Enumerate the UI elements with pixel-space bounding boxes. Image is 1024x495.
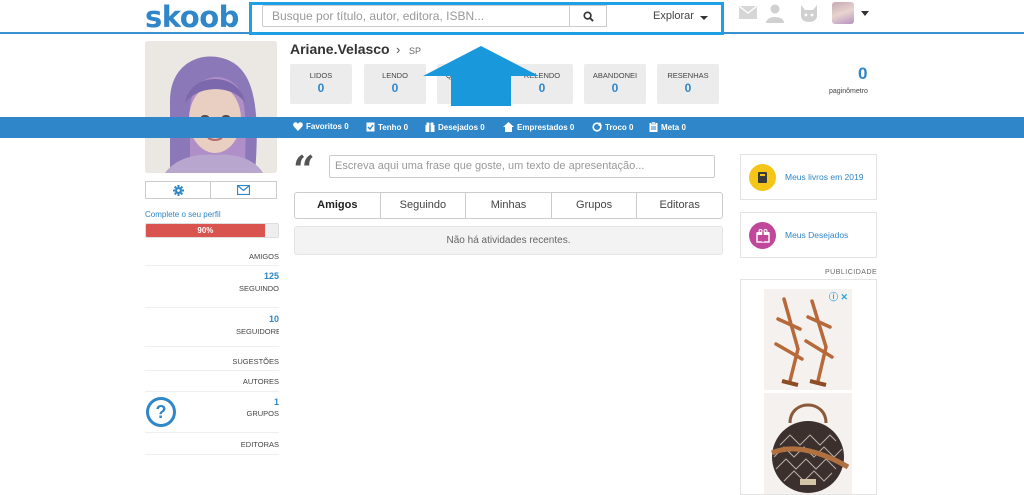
swap-icon [592,122,602,132]
shelf-label: Troco 0 [605,122,634,132]
stat-resenhas[interactable]: RESENHAS 0 [657,64,719,104]
sugestoes-link[interactable]: SUGESTÕES [145,357,279,366]
shelf-troco[interactable]: Troco 0 [592,122,633,132]
stat-value: 0 [391,81,399,95]
stat-lendo[interactable]: LENDO 0 [364,64,426,104]
cat-icon[interactable] [799,4,819,23]
profile-photo[interactable] [145,41,277,173]
profile-photo-image [145,41,277,173]
mail-icon [237,185,250,195]
profile-progress-bar: 90% [145,223,279,238]
seguindo-count[interactable]: 125 [145,271,279,281]
skoob-logo[interactable]: skoob [145,0,239,34]
tab-amigos[interactable]: Amigos [295,193,380,218]
my-wishes-card[interactable]: Meus Desejados [740,212,877,258]
divider [145,346,279,347]
divider [145,265,279,266]
autores-link[interactable]: AUTORES [145,377,279,386]
gift-icon [749,222,776,249]
ad-badge-text: ⓘ ✕ [829,292,849,302]
stat-abandonei[interactable]: ABANDONEI 0 [584,64,646,104]
clipboard-icon [649,122,658,132]
check-book-icon [366,122,375,132]
heart-icon [293,122,303,131]
divider [145,432,279,433]
paginometro-label: paginômetro [829,88,868,95]
tab-editoras[interactable]: Editoras [636,193,722,218]
caret-down-icon[interactable] [861,11,869,16]
ad-bag-image[interactable] [764,393,852,494]
settings-button[interactable] [145,181,211,199]
stat-label: RESENHAS [667,71,709,80]
shelf-tenho[interactable]: Tenho 0 [366,122,408,132]
stat-value: 0 [317,81,325,95]
editoras-link[interactable]: EDITORAS [145,440,279,449]
shelf-label: Tenho 0 [378,122,409,132]
gear-icon [172,184,184,196]
my-books-link[interactable]: Meus livros em 2019 [785,172,863,182]
seguidores-link[interactable]: SEGUIDORES [145,327,279,336]
profile-name[interactable]: Ariane.Velasco [290,41,390,57]
divider [145,370,279,371]
stat-label: ABANDONEI [592,71,638,80]
ad-sandals-image[interactable] [764,289,852,390]
divider [145,454,279,455]
grupos-link[interactable]: GRUPOS [145,409,279,418]
gift-icon [425,122,435,132]
stat-lidos[interactable]: LIDOS 0 [290,64,352,104]
amigos-link[interactable]: AMIGOS [145,252,279,261]
shelf-label: Desejados 0 [438,122,485,132]
stat-value: 0 [684,81,692,95]
shelf-meta[interactable]: Meta 0 [649,122,686,132]
shelf-label: Favoritos 0 [306,122,349,131]
my-books-card[interactable]: Meus livros em 2019 [740,154,877,200]
home-arrow-icon [503,122,514,132]
phrase-input[interactable]: Escreva aqui uma frase que goste, um tex… [329,155,715,178]
shelf-label: Emprestados 0 [517,122,575,132]
ad-close-icon[interactable]: ⓘ ✕ [829,290,848,303]
annotation-arrow-up-icon [423,46,539,106]
avatar[interactable] [832,2,854,24]
tab-minhas[interactable]: Minhas [465,193,551,218]
shelf-desejados[interactable]: Desejados 0 [425,122,485,132]
ad-label: PUBLICIDADE [825,269,878,276]
complete-profile-link[interactable]: Complete o seu perfil [145,210,221,219]
quote-icon: “ [293,147,315,192]
user-icon[interactable] [765,3,785,23]
paginometro-value[interactable]: 0 [858,64,867,84]
grupos-count[interactable]: 1 [145,397,279,407]
ad-banner[interactable]: ⓘ ✕ [740,279,877,495]
seguidores-count[interactable]: 10 [145,314,279,324]
divider [145,307,279,308]
activity-tabs: Amigos Seguindo Minhas Grupos Editoras [294,192,723,219]
divider [145,391,279,392]
stat-value: 0 [611,81,619,95]
message-button[interactable] [211,181,277,199]
chevron-right-icon: › [396,42,401,57]
mail-icon[interactable] [739,6,757,19]
stat-label: LIDOS [309,71,333,80]
profile-state: SP [409,46,422,56]
search-highlight-frame [249,2,724,35]
no-activity-message: Não há atividades recentes. [294,226,723,255]
tab-grupos[interactable]: Grupos [550,193,637,218]
book-icon [749,164,776,191]
shelf-favoritos[interactable]: Favoritos 0 [293,122,349,131]
tab-seguindo[interactable]: Seguindo [379,193,466,218]
shelf-bar: Favoritos 0 Tenho 0 Desejados 0 Empresta… [0,117,1024,138]
shelf-label: Meta 0 [661,122,686,132]
shelf-emprestados[interactable]: Emprestados 0 [503,122,574,132]
stat-label: LENDO [382,71,408,80]
profile-progress-fill: 90% [146,224,265,237]
seguidores-label: SEGUIDORES [235,327,279,336]
seguindo-link[interactable]: SEGUINDO [145,284,279,293]
my-wishes-link[interactable]: Meus Desejados [785,230,848,240]
